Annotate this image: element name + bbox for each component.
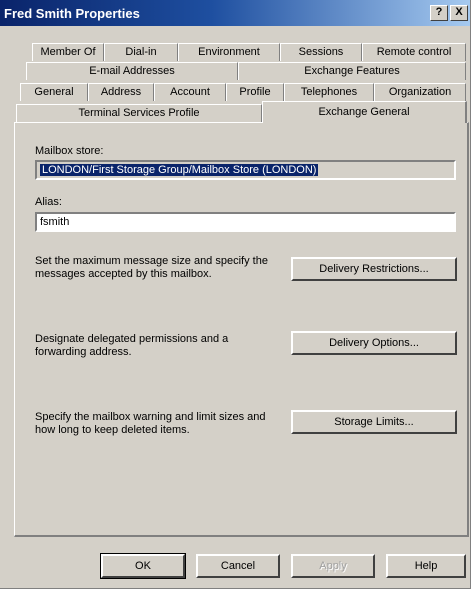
tab-exchange-general[interactable]: Exchange General bbox=[262, 101, 467, 123]
tab-sessions[interactable]: Sessions bbox=[280, 43, 362, 61]
window-title: Fred Smith Properties bbox=[4, 6, 140, 21]
mailbox-store-label: Mailbox store: bbox=[35, 145, 104, 157]
alias-value: fsmith bbox=[40, 216, 70, 228]
tab-telephones[interactable]: Telephones bbox=[284, 83, 374, 101]
tab-account[interactable]: Account bbox=[154, 83, 226, 101]
tab-organization[interactable]: Organization bbox=[374, 83, 466, 101]
tab-terminal-services-profile[interactable]: Terminal Services Profile bbox=[16, 104, 262, 122]
tab-environment[interactable]: Environment bbox=[178, 43, 280, 61]
storage-limits-description: Specify the mailbox warning and limit si… bbox=[35, 411, 266, 436]
delivery-options-button[interactable]: Delivery Options... bbox=[291, 331, 457, 355]
apply-button[interactable]: Apply bbox=[291, 554, 375, 578]
tab-address[interactable]: Address bbox=[88, 83, 154, 101]
exchange-general-panel: Mailbox store: LONDON/First Storage Grou… bbox=[14, 122, 469, 537]
storage-limits-button[interactable]: Storage Limits... bbox=[291, 410, 457, 434]
mailbox-store-field[interactable]: LONDON/First Storage Group/Mailbox Store… bbox=[35, 160, 456, 180]
ok-button[interactable]: OK bbox=[100, 553, 186, 579]
cancel-button[interactable]: Cancel bbox=[196, 554, 280, 578]
close-title-button[interactable]: X bbox=[450, 5, 468, 21]
help-title-button[interactable]: ? bbox=[430, 5, 448, 21]
alias-input[interactable]: fsmith bbox=[35, 212, 456, 232]
title-bar: Fred Smith Properties ? X bbox=[0, 0, 470, 26]
mailbox-store-value: LONDON/First Storage Group/Mailbox Store… bbox=[40, 164, 319, 176]
tab-dial-in[interactable]: Dial-in bbox=[104, 43, 178, 61]
properties-dialog: Fred Smith Properties ? X Member Of Dial… bbox=[0, 0, 471, 589]
alias-label: Alias: bbox=[35, 196, 62, 208]
tab-remote-control[interactable]: Remote control bbox=[362, 43, 466, 61]
delivery-restrictions-description: Set the maximum message size and specify… bbox=[35, 255, 268, 280]
delivery-restrictions-button[interactable]: Delivery Restrictions... bbox=[291, 257, 457, 281]
tab-profile[interactable]: Profile bbox=[226, 83, 284, 101]
delivery-options-description: Designate delegated permissions and a fo… bbox=[35, 333, 229, 358]
tab-exchange-features[interactable]: Exchange Features bbox=[238, 62, 466, 80]
tab-email-addresses[interactable]: E-mail Addresses bbox=[26, 62, 238, 80]
help-button[interactable]: Help bbox=[386, 554, 466, 578]
tab-general[interactable]: General bbox=[20, 83, 88, 101]
tab-member-of[interactable]: Member Of bbox=[32, 43, 104, 61]
